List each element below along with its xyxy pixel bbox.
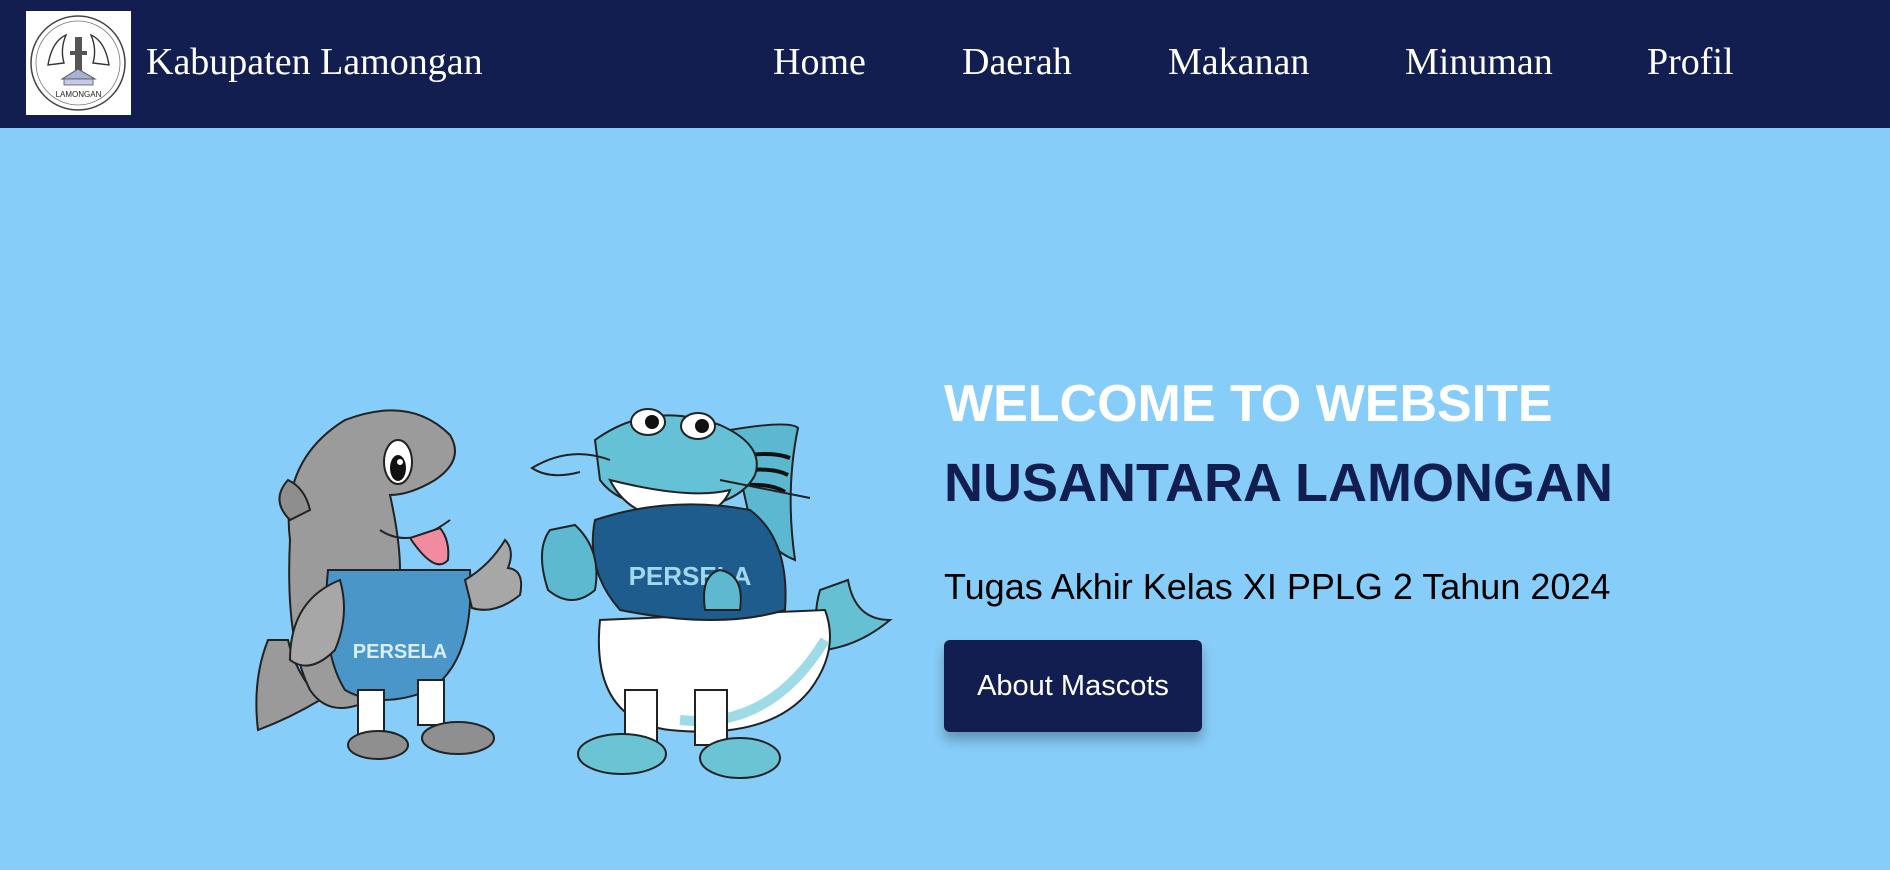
nav-makanan[interactable]: Makanan [1168,36,1309,88]
lamongan-emblem-icon: LAMONGAN [30,15,126,111]
site-brand-title[interactable]: Kabupaten Lamongan [146,36,483,88]
dolphin-mascot: PERSELA [255,409,523,760]
mascots-illustration: PERSELA PERSELA [255,408,893,779]
hero-title-line-1: WELCOME TO WEBSITE [944,375,1553,433]
lamongan-logo[interactable]: LAMONGAN [26,11,131,115]
nav-home[interactable]: Home [773,36,866,88]
nav-daerah[interactable]: Daerah [962,36,1072,88]
hero-title-line-2: NUSANTARA LAMONGAN [944,453,1613,513]
nav-minuman[interactable]: Minuman [1405,36,1553,88]
hero-subtitle: Tugas Akhir Kelas XI PPLG 2 Tahun 2024 [944,566,1611,607]
catfish-mascot: PERSELA [530,408,893,779]
top-navbar: LAMONGAN Kabupaten Lamongan Home Daerah … [0,0,1890,128]
logo-text: LAMONGAN [56,90,102,99]
nav-profil[interactable]: Profil [1647,36,1734,88]
dolphin-shirt-text: PERSELA [353,641,447,663]
about-mascots-button[interactable]: About Mascots [944,640,1202,732]
